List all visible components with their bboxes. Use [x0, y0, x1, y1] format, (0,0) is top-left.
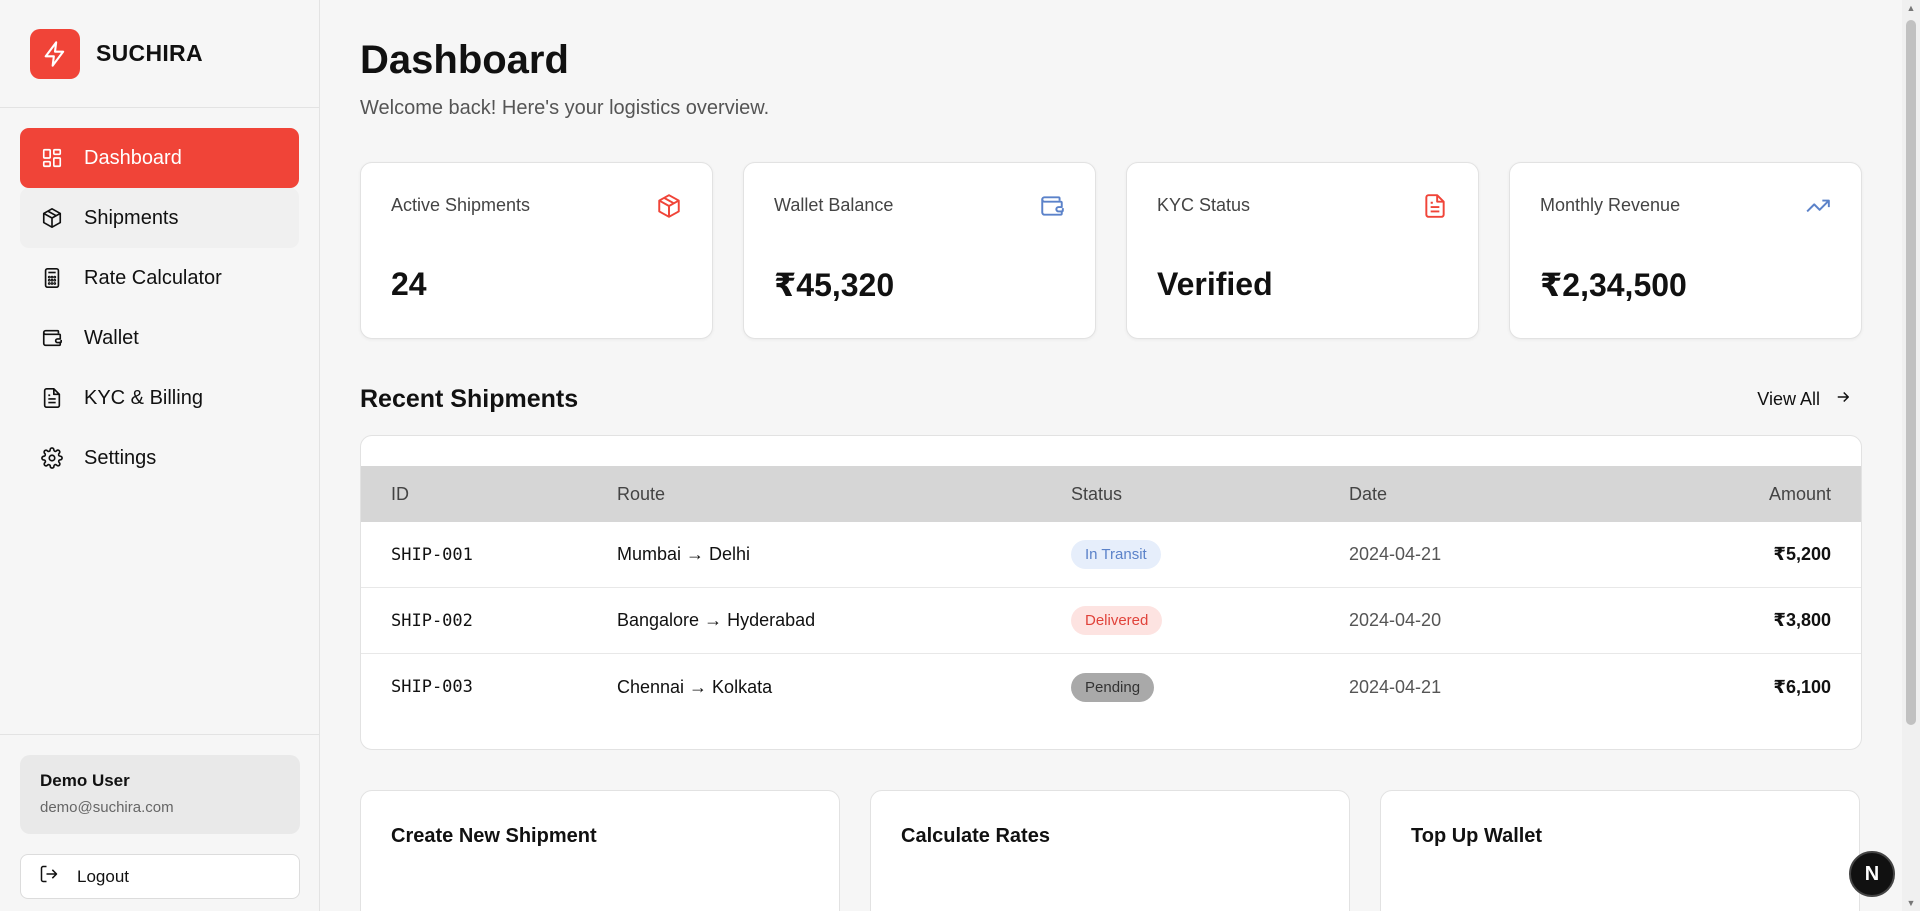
shipment-route: Bangalore → Hyderabad: [617, 610, 816, 630]
package-icon: [656, 193, 682, 219]
stat-value: ₹45,320: [774, 267, 895, 303]
user-card: Demo User demo@suchira.com: [20, 755, 300, 834]
table-row[interactable]: SHIP-002 Bangalore → Hyderabad Delivered…: [361, 588, 1861, 654]
view-all-label: View All: [1757, 388, 1820, 409]
stat-value: Verified: [1157, 266, 1273, 302]
stat-label: Wallet Balance: [774, 195, 894, 215]
wallet-icon: [1039, 193, 1065, 219]
shipment-date: 2024-04-21: [1349, 676, 1442, 697]
user-email: demo@suchira.com: [40, 799, 174, 816]
column-header[interactable]: Amount: [1729, 484, 1861, 505]
stat-label: KYC Status: [1157, 195, 1251, 215]
logout-icon: [39, 864, 59, 889]
status-badge: Delivered: [1071, 606, 1163, 635]
brand-name: SUCHIRA: [96, 40, 203, 66]
gear-icon: [40, 446, 64, 470]
shipment-amount: ₹5,200: [1773, 544, 1831, 564]
table-row[interactable]: SHIP-003 Chennai → Kolkata Pending 2024-…: [361, 654, 1861, 720]
sidebar-item-label: Rate Calculator: [84, 266, 222, 289]
sidebar-item-label: Dashboard: [84, 146, 182, 169]
sidebar-item-rate-calculator[interactable]: Rate Calculator: [20, 248, 299, 308]
shipment-id: SHIP-003: [391, 677, 473, 697]
document-icon: [1422, 193, 1448, 219]
action-title: Top Up Wallet: [1411, 825, 1543, 847]
shipments-table: ID Route Status Date Amount SHIP-001 Mum…: [360, 435, 1862, 750]
shipment-date: 2024-04-21: [1349, 544, 1442, 564]
action-title: Create New Shipment: [391, 825, 597, 847]
stat-card-kyc-status: KYC Status Verified: [1126, 162, 1479, 339]
column-header[interactable]: Route: [617, 484, 1071, 505]
trending-up-icon: [1805, 193, 1831, 219]
logout-label: Logout: [77, 866, 129, 886]
table-row[interactable]: SHIP-001 Mumbai → Delhi In Transit 2024-…: [361, 522, 1861, 588]
sidebar-nav: Dashboard Shipments Rate Calculator Wall…: [0, 108, 319, 488]
sidebar-item-label: KYC & Billing: [84, 386, 203, 409]
sidebar-item-label: Settings: [84, 446, 157, 469]
status-badge: Pending: [1071, 672, 1155, 702]
calculator-icon: [40, 266, 64, 290]
calculate-rates-card[interactable]: Calculate Rates: [870, 790, 1350, 911]
sidebar-item-wallet[interactable]: Wallet: [20, 308, 299, 368]
column-header[interactable]: Status: [1071, 484, 1349, 505]
status-badge: In Transit: [1071, 540, 1161, 569]
stats-row: Active Shipments 24 Wallet Balance ₹45,3…: [360, 162, 1862, 339]
sidebar-item-label: Wallet: [84, 326, 139, 349]
table-header: ID Route Status Date Amount: [361, 466, 1861, 522]
page-subtitle: Welcome back! Here's your logistics over…: [360, 97, 770, 119]
document-icon: [40, 386, 64, 410]
vertical-scrollbar[interactable]: ▲ ▼: [1902, 0, 1920, 911]
column-header[interactable]: ID: [361, 484, 617, 505]
action-title: Calculate Rates: [901, 825, 1050, 847]
main-content: Dashboard Welcome back! Here's your logi…: [360, 0, 1862, 911]
stat-card-wallet-balance: Wallet Balance ₹45,320: [743, 162, 1096, 339]
section-title: Recent Shipments: [360, 384, 579, 413]
shipment-amount: ₹6,100: [1773, 676, 1831, 697]
sidebar-item-kyc-billing[interactable]: KYC & Billing: [20, 368, 299, 428]
column-header[interactable]: Date: [1349, 484, 1729, 505]
brand[interactable]: SUCHIRA: [0, 0, 319, 108]
sidebar-item-dashboard[interactable]: Dashboard: [20, 128, 299, 188]
stat-card-monthly-revenue: Monthly Revenue ₹2,34,500: [1509, 162, 1862, 339]
stat-value: ₹2,34,500: [1540, 267, 1687, 303]
stat-label: Monthly Revenue: [1540, 195, 1681, 215]
top-up-wallet-card[interactable]: Top Up Wallet: [1380, 790, 1860, 911]
dashboard-icon: [40, 146, 64, 170]
view-all-button[interactable]: View All: [1757, 388, 1852, 411]
recent-shipments-header: Recent Shipments View All: [360, 379, 1862, 419]
shipment-id: SHIP-001: [391, 544, 473, 565]
user-name: Demo User: [40, 771, 130, 790]
logout-button[interactable]: Logout: [20, 854, 300, 899]
next-dev-indicator-button[interactable]: N: [1849, 851, 1895, 897]
package-icon: [40, 206, 64, 230]
scroll-thumb[interactable]: [1906, 20, 1916, 725]
shipment-route: Chennai → Kolkata: [617, 676, 773, 697]
create-shipment-card[interactable]: Create New Shipment: [360, 790, 840, 911]
shipment-id: SHIP-002: [391, 610, 473, 631]
sidebar: SUCHIRA Dashboard Shipments Rate Calcula…: [0, 0, 320, 911]
sidebar-item-shipments[interactable]: Shipments: [20, 188, 299, 248]
lightning-icon: [30, 28, 80, 79]
shipment-amount: ₹3,800: [1773, 610, 1831, 630]
stat-card-active-shipments: Active Shipments 24: [360, 162, 713, 339]
page-title: Dashboard: [360, 38, 569, 82]
wallet-icon: [40, 326, 64, 350]
scroll-up-icon[interactable]: ▲: [1902, 0, 1920, 16]
sidebar-item-label: Shipments: [84, 206, 179, 229]
quick-actions: Create New Shipment Calculate Rates Top …: [360, 790, 1862, 911]
shipment-date: 2024-04-20: [1349, 610, 1442, 630]
arrow-right-icon: [1834, 388, 1852, 411]
scroll-down-icon[interactable]: ▼: [1902, 895, 1920, 911]
stat-value: 24: [391, 266, 427, 302]
sidebar-item-settings[interactable]: Settings: [20, 428, 299, 488]
sidebar-footer: Demo User demo@suchira.com Logout: [0, 734, 320, 911]
shipment-route: Mumbai → Delhi: [617, 544, 751, 564]
stat-label: Active Shipments: [391, 195, 531, 215]
